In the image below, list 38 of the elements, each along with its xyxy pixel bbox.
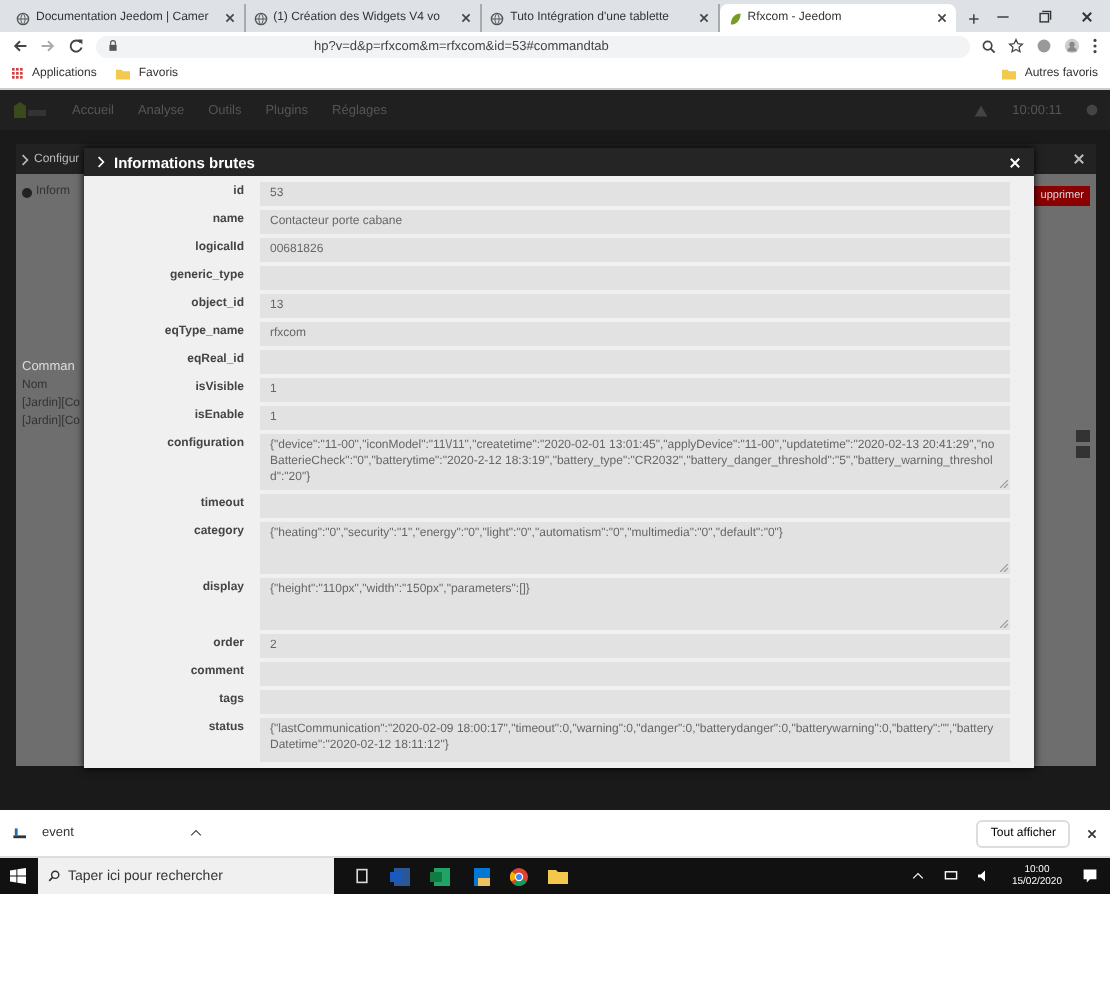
- close-icon[interactable]: [460, 12, 473, 24]
- lock-icon: [108, 40, 118, 52]
- back-arrow-icon[interactable]: [12, 38, 28, 54]
- menu-icon[interactable]: [1092, 38, 1098, 54]
- close-icon[interactable]: [1080, 9, 1094, 23]
- close-icon[interactable]: [223, 12, 236, 24]
- info-icon: [22, 187, 32, 197]
- restore-icon[interactable]: [1038, 9, 1052, 23]
- search-icon: [48, 870, 60, 882]
- browser-icon[interactable]: [510, 867, 528, 885]
- task-view-icon[interactable]: [354, 868, 370, 884]
- reload-icon[interactable]: [68, 38, 84, 54]
- search-icon[interactable]: [982, 39, 996, 53]
- start-icon[interactable]: [10, 868, 26, 884]
- star-icon[interactable]: [1008, 38, 1024, 54]
- resize-grip-icon[interactable]: [1000, 620, 1008, 628]
- folder-icon: [1002, 68, 1017, 80]
- close-icon[interactable]: [936, 12, 949, 24]
- file-icon: [12, 827, 26, 839]
- mail-icon[interactable]: [470, 867, 490, 885]
- close-icon[interactable]: [1072, 152, 1086, 166]
- notification-icon[interactable]: [1082, 868, 1098, 884]
- close-icon[interactable]: [697, 12, 710, 24]
- resize-grip-icon[interactable]: [1000, 480, 1008, 488]
- chevron-icon: [96, 156, 106, 168]
- spreadsheet-icon[interactable]: [430, 867, 450, 885]
- folder-icon[interactable]: [548, 868, 568, 884]
- caret-icon[interactable]: [189, 828, 202, 838]
- plus-icon[interactable]: [968, 12, 980, 26]
- leaf-icon: [727, 11, 742, 25]
- network-icon[interactable]: [943, 870, 958, 882]
- folder-icon: [116, 68, 131, 80]
- document-icon[interactable]: [390, 867, 410, 885]
- close-icon[interactable]: [1086, 827, 1098, 839]
- resize-grip-icon[interactable]: [1000, 564, 1008, 572]
- chevron-icon: [20, 153, 30, 165]
- profile-icon[interactable]: [1064, 38, 1080, 54]
- apps-grid-icon[interactable]: [12, 68, 24, 80]
